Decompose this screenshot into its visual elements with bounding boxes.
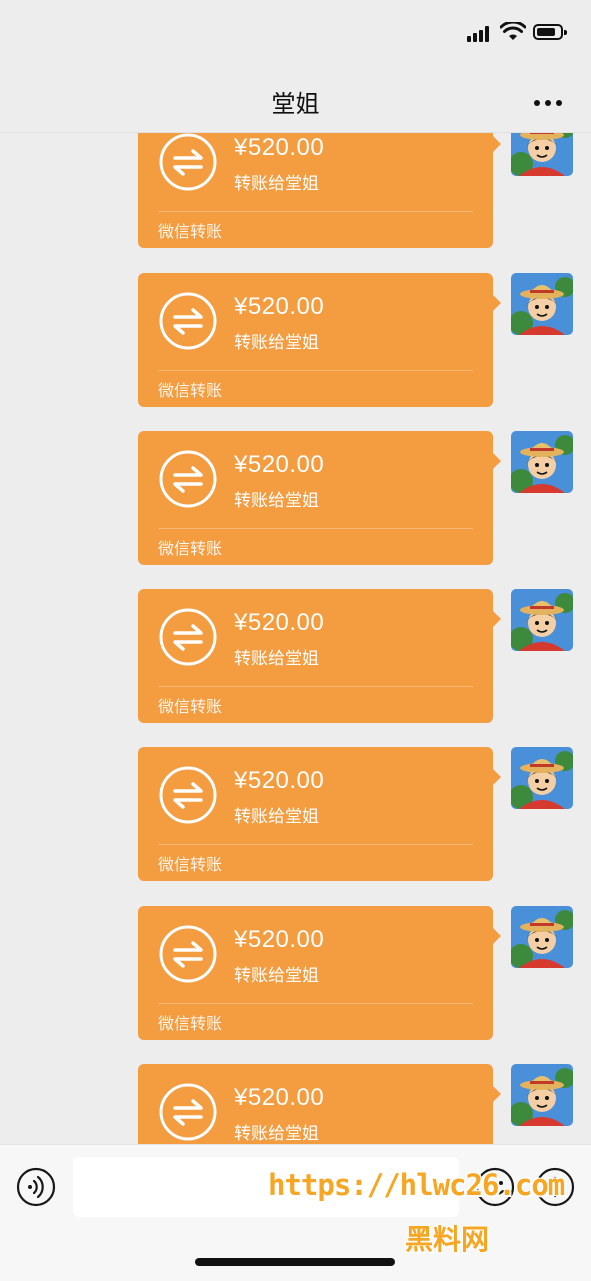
transfer-footer: 微信转账 <box>158 697 223 716</box>
transfer-amount: ¥520.00 <box>234 293 325 320</box>
avatar[interactable] <box>511 747 573 809</box>
transfer-bubble[interactable]: ¥520.00 转账给堂姐 微信转账 <box>138 906 501 1040</box>
transfer-message: ¥520.00 转账给堂姐 <box>0 1064 591 1144</box>
transfer-bubble[interactable]: ¥520.00 转账给堂姐 微信转账 <box>138 133 501 248</box>
signal-icon <box>467 26 493 42</box>
transfer-amount: ¥520.00 <box>234 926 325 953</box>
avatar[interactable] <box>511 1064 573 1126</box>
transfer-message: ¥520.00 转账给堂姐 微信转账 <box>0 133 591 248</box>
transfer-icon <box>159 925 217 983</box>
transfer-message: ¥520.00 转账给堂姐 微信转账 <box>0 273 591 407</box>
transfer-amount: ¥520.00 <box>234 767 325 794</box>
transfer-amount: ¥520.00 <box>234 1084 325 1111</box>
voice-icon[interactable] <box>16 1167 56 1207</box>
chat-area[interactable]: ¥520.00 转账给堂姐 微信转账 ¥520.00 转账给堂姐 微信转账 ¥5… <box>0 133 591 1144</box>
transfer-message: ¥520.00 转账给堂姐 微信转账 <box>0 747 591 881</box>
transfer-message: ¥520.00 转账给堂姐 微信转账 <box>0 589 591 723</box>
transfer-message: ¥520.00 转账给堂姐 微信转账 <box>0 906 591 1040</box>
transfer-footer: 微信转账 <box>158 855 223 874</box>
nav-bar: 堂姐 <box>0 70 591 133</box>
transfer-message: ¥520.00 转账给堂姐 微信转账 <box>0 431 591 565</box>
transfer-footer: 微信转账 <box>158 381 223 400</box>
transfer-amount: ¥520.00 <box>234 609 325 636</box>
transfer-bubble[interactable]: ¥520.00 转账给堂姐 微信转账 <box>138 273 501 407</box>
transfer-icon <box>159 1083 217 1141</box>
avatar[interactable] <box>511 906 573 968</box>
transfer-note: 转账给堂姐 <box>234 1124 319 1144</box>
more-icon[interactable] <box>528 92 568 112</box>
transfer-icon <box>159 766 217 824</box>
transfer-footer: 微信转账 <box>158 1014 223 1033</box>
chat-title: 堂姐 <box>271 90 320 118</box>
transfer-bubble[interactable]: ¥520.00 转账给堂姐 微信转账 <box>138 589 501 723</box>
wifi-icon <box>500 22 526 40</box>
home-indicator <box>195 1258 395 1266</box>
transfer-note: 转账给堂姐 <box>234 807 319 827</box>
transfer-bubble[interactable]: ¥520.00 转账给堂姐 <box>138 1064 501 1144</box>
transfer-note: 转账给堂姐 <box>234 966 319 986</box>
transfer-bubble[interactable]: ¥520.00 转账给堂姐 微信转账 <box>138 747 501 881</box>
watermark-text: 黑料网 <box>405 1223 490 1256</box>
transfer-icon <box>159 450 217 508</box>
transfer-note: 转账给堂姐 <box>234 174 319 194</box>
transfer-note: 转账给堂姐 <box>234 649 319 669</box>
transfer-amount: ¥520.00 <box>234 134 325 161</box>
watermark-url: https://hlwc26.com <box>268 1168 565 1202</box>
transfer-footer: 微信转账 <box>158 222 223 241</box>
transfer-note: 转账给堂姐 <box>234 333 319 353</box>
transfer-icon <box>159 292 217 350</box>
avatar[interactable] <box>511 273 573 335</box>
transfer-bubble[interactable]: ¥520.00 转账给堂姐 微信转账 <box>138 431 501 565</box>
transfer-footer: 微信转账 <box>158 539 223 558</box>
avatar[interactable] <box>511 589 573 651</box>
avatar[interactable] <box>511 133 573 176</box>
transfer-icon <box>159 133 217 191</box>
transfer-note: 转账给堂姐 <box>234 491 319 511</box>
transfer-amount: ¥520.00 <box>234 451 325 478</box>
transfer-icon <box>159 608 217 666</box>
status-bar <box>0 0 591 70</box>
battery-icon <box>533 24 567 40</box>
avatar[interactable] <box>511 431 573 493</box>
